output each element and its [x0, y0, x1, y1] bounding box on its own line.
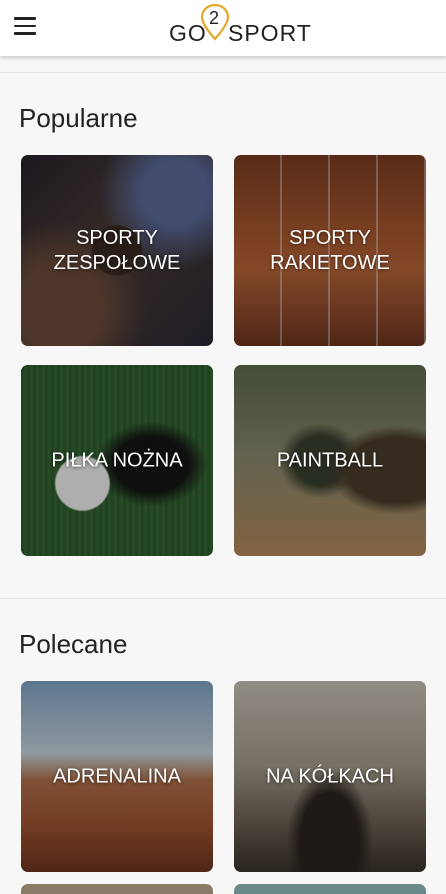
go2sport-logo: GO 2 SPORT — [169, 4, 312, 50]
tile-label: SPORTY ZESPOŁOWE — [53, 226, 181, 274]
tile-label: ADRENALINA — [53, 765, 181, 787]
category-tile-pilka-nozna[interactable]: PIŁKA NOŻNA — [21, 365, 213, 556]
tile-label: SPORTY RAKIETOWE — [270, 226, 390, 274]
category-tile-na-kolkach[interactable]: NA KÓŁKACH — [234, 681, 426, 872]
section-title-polecane: Polecane — [19, 629, 128, 659]
tile-label: NA KÓŁKACH — [266, 765, 394, 787]
category-tile-sporty-rakietowe[interactable]: SPORTY RAKIETOWE — [234, 155, 426, 346]
tile-label: PAINTBALL — [276, 449, 384, 471]
logo-text-sport: SPORT — [228, 20, 312, 46]
category-tile-paintball[interactable]: PAINTBALL — [234, 365, 426, 556]
top-app-bar: GO 2 SPORT — [0, 0, 446, 56]
next-tile-peek — [21, 884, 213, 894]
tile-label: PIŁKA NOŻNA — [51, 449, 183, 471]
section-title-popularne: Popularne — [19, 103, 138, 133]
logo-text-go: GO — [169, 20, 207, 46]
category-tile-sporty-zespolowe[interactable]: SPORTY ZESPOŁOWE — [21, 155, 213, 346]
category-tile-adrenalina[interactable]: ADRENALINA — [21, 681, 213, 872]
section-divider — [0, 72, 446, 73]
logo-text-2: 2 — [209, 8, 221, 28]
hamburger-menu-icon[interactable] — [14, 10, 50, 42]
section-divider — [0, 598, 446, 599]
next-tile-peek — [234, 884, 426, 894]
